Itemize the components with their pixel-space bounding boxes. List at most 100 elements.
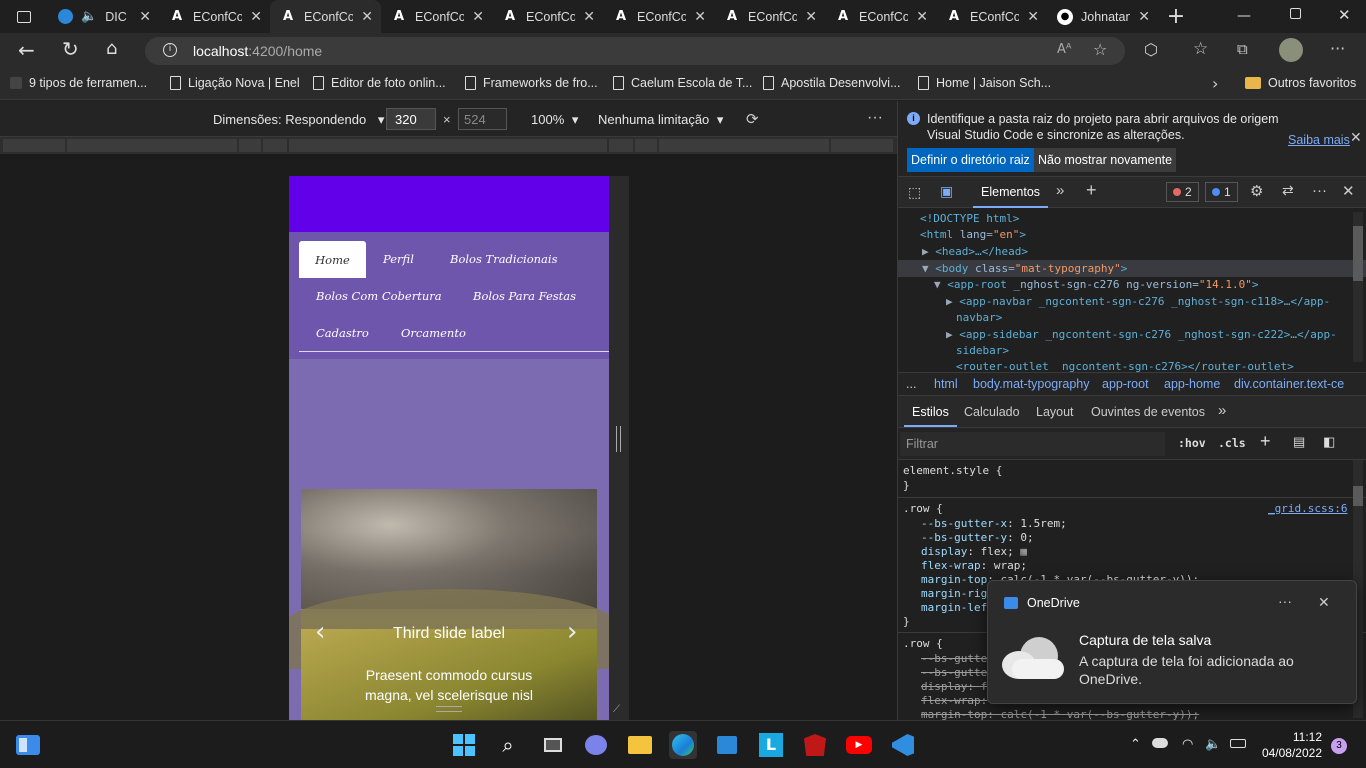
style-declaration-overridden[interactable]: flex-wrap: — [921, 694, 987, 707]
favorites-icon[interactable]: ☆ — [1193, 39, 1208, 59]
task-view-icon[interactable] — [539, 731, 567, 759]
extensions-icon[interactable]: ⬡ — [1144, 40, 1158, 59]
close-icon[interactable]: ✕ — [583, 9, 595, 25]
file-explorer-icon[interactable] — [626, 731, 654, 759]
expand-icon[interactable]: ▶ — [946, 328, 953, 341]
bookmark-item[interactable]: 9 tipos de ferramen... — [10, 76, 147, 90]
style-source-link[interactable]: _grid.scss:6 — [1268, 502, 1347, 515]
close-icon[interactable]: ✕ — [694, 9, 706, 25]
chevron-right-icon[interactable]: › — [1212, 74, 1218, 93]
inspect-icon[interactable]: ⬚ — [908, 184, 921, 201]
more-icon[interactable]: ··· — [1278, 593, 1292, 609]
more-tabs-icon[interactable]: » — [1056, 182, 1064, 199]
throttle-select[interactable]: Nenhuma limitação ▾ — [598, 112, 723, 128]
close-icon[interactable]: ✕ — [139, 9, 151, 25]
filter-input[interactable]: Filtrar — [900, 432, 1165, 456]
close-icon[interactable]: ✕ — [805, 9, 817, 25]
paint-icon[interactable]: ▤ — [1293, 434, 1305, 450]
add-favorite-icon[interactable]: ☆ — [1093, 40, 1107, 59]
image-carousel[interactable]: ‹ › Third slide label Praesent commodo c… — [289, 489, 609, 720]
set-root-button[interactable]: Definir o diretório raiz — [907, 148, 1034, 172]
speaker-icon[interactable]: 🔈 — [81, 9, 97, 24]
bookmark-item[interactable]: Frameworks de fro... — [465, 76, 598, 90]
style-declaration-overridden[interactable]: display: f — [921, 680, 987, 693]
more-icon[interactable]: ··· — [1312, 182, 1327, 199]
more-icon[interactable]: ··· — [1330, 39, 1345, 58]
breadcrumb-item[interactable]: div.container.text-ce — [1234, 377, 1344, 391]
edge-icon[interactable] — [669, 731, 697, 759]
browser-tab[interactable]: A EConfCo ✕ — [603, 0, 714, 33]
breadcrumb-item[interactable]: html — [934, 377, 958, 391]
mcafee-icon[interactable] — [801, 731, 829, 759]
dom-tree[interactable]: <!DOCTYPE html> <html lang="en"> ▶ <head… — [898, 208, 1366, 373]
close-icon[interactable]: ✕ — [916, 9, 928, 25]
clock[interactable]: 11:12 04/08/2022 — [1258, 729, 1322, 761]
browser-tab[interactable]: A EConfCo ✕ — [159, 0, 270, 33]
style-declaration[interactable]: margin-rig — [921, 587, 987, 600]
collapse-icon[interactable]: ▼ — [922, 262, 929, 275]
style-declaration[interactable]: --bs-gutter-y: 0; — [921, 531, 1034, 544]
onedrive-notification[interactable]: OneDrive ··· ✕ Captura de tela salva A c… — [987, 580, 1357, 704]
browser-tab[interactable]: A EConfCo ✕ — [381, 0, 492, 33]
expand-icon[interactable]: ▶ — [922, 245, 929, 258]
tab-elements[interactable]: Elementos — [973, 177, 1049, 208]
widgets-icon[interactable] — [16, 735, 40, 755]
close-icon[interactable]: ✕ — [250, 9, 262, 25]
close-icon[interactable]: ✕ — [1027, 9, 1039, 25]
dom-node[interactable]: ▼ <app-root _nghost-sgn-c276 ng-version=… — [934, 278, 1259, 291]
close-icon[interactable]: ✕ — [1342, 182, 1355, 200]
dimensions-select[interactable]: Dimensões: Respondendo ▾ — [213, 112, 384, 128]
add-rule-icon[interactable]: + — [1260, 431, 1271, 452]
tab-styles[interactable]: Estilos — [904, 396, 957, 427]
onedrive-tray-icon[interactable] — [1152, 738, 1168, 748]
wifi-icon[interactable]: ◠ — [1182, 737, 1193, 752]
style-declaration[interactable]: margin-lef — [921, 601, 987, 614]
minimize-button[interactable]: — — [1237, 8, 1251, 24]
bottom-resize-handle[interactable] — [436, 706, 462, 712]
dom-scrollbar[interactable] — [1353, 212, 1363, 362]
reload-icon[interactable]: ↻ — [62, 37, 79, 61]
nav-tab-bolos-festas[interactable]: Bolos Para Festas — [473, 289, 576, 303]
read-aloud-icon[interactable]: Aᴬ — [1057, 42, 1072, 57]
style-declaration-overridden[interactable]: --bs-gutte — [921, 666, 987, 679]
tab-layout[interactable]: Layout — [1036, 405, 1074, 419]
youtube-icon[interactable]: ▶ — [845, 731, 873, 759]
hov-toggle[interactable]: :hov — [1178, 436, 1206, 450]
rotate-icon[interactable]: ⟳ — [746, 110, 759, 128]
cls-toggle[interactable]: .cls — [1218, 436, 1246, 450]
browser-tab[interactable]: A EConfCo ✕ — [714, 0, 825, 33]
collapse-icon[interactable]: ▼ — [934, 278, 941, 291]
bookmark-item[interactable]: Editor de foto onlin... — [313, 76, 446, 90]
close-window-button[interactable]: ✕ — [1338, 6, 1351, 24]
learn-more-link[interactable]: Saiba mais — [1288, 133, 1350, 147]
dom-node[interactable]: <html lang="en"> — [920, 228, 1026, 241]
volume-icon[interactable]: 🔈 — [1205, 737, 1221, 752]
sidebar-toggle-icon[interactable]: ◧ — [1323, 434, 1335, 450]
browser-tab-active[interactable]: A EConfCo ✕ — [270, 0, 381, 33]
dom-node-selected[interactable]: ▼ <body class="mat-typography"> — [898, 260, 1366, 277]
tab-computed[interactable]: Calculado — [964, 405, 1020, 419]
nav-tab-bolos-cobertura[interactable]: Bolos Com Cobertura — [316, 289, 442, 303]
other-favorites[interactable]: Outros favoritos — [1245, 76, 1356, 90]
breadcrumb-item[interactable]: app-home — [1164, 377, 1220, 391]
battery-icon[interactable] — [1230, 739, 1246, 748]
messages-badge[interactable]: 1 — [1205, 182, 1238, 202]
nav-tab-home[interactable]: Home — [299, 241, 366, 278]
more-tabs-icon[interactable]: » — [1218, 402, 1226, 419]
l-app-icon[interactable]: L — [757, 731, 785, 759]
browser-tab[interactable]: 🔈 DIC ✕ — [48, 0, 159, 33]
info-icon[interactable]: i — [163, 43, 177, 57]
gear-icon[interactable]: ⚙ — [1250, 182, 1263, 200]
browser-tab[interactable]: A EConfCo ✕ — [825, 0, 936, 33]
zoom-select[interactable]: 100% ▾ — [531, 112, 578, 128]
nav-tab-orcamento[interactable]: Orcamento — [401, 326, 466, 340]
dom-node[interactable]: ▶ <app-navbar _ngcontent-sgn-c276 _nghos… — [946, 295, 1330, 308]
style-declaration-overridden[interactable]: --bs-gutte — [921, 652, 987, 665]
back-icon[interactable]: ← — [18, 38, 35, 62]
close-icon[interactable]: ✕ — [1318, 594, 1330, 611]
connect-icon[interactable]: ⇄ — [1282, 182, 1294, 199]
device-toggle-icon[interactable]: ▣ — [940, 183, 953, 200]
more-icon[interactable]: ··· — [867, 109, 883, 127]
address-bar[interactable]: i localhost:4200/home Aᴬ ☆ — [145, 37, 1125, 65]
media-query-bar[interactable] — [0, 137, 897, 154]
